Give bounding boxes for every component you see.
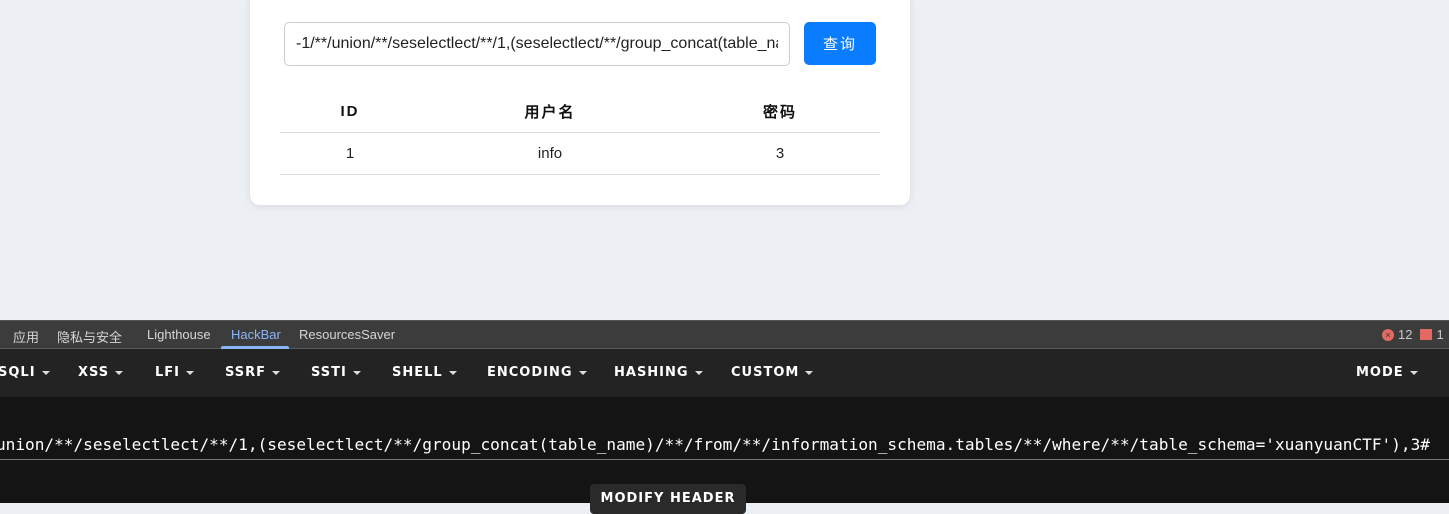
query-card: 查询 ID用户名密码 1info3 (250, 0, 910, 205)
menu-custom[interactable]: CUSTOM (731, 365, 814, 380)
tab-resourcessaver[interactable]: ResourcesSaver (299, 327, 395, 342)
menu-label: MODE (1356, 365, 1404, 380)
table-row: 1 info 3 (280, 132, 880, 175)
caret-down-icon (272, 370, 281, 375)
tab-application[interactable]: 应用 (13, 327, 39, 346)
menu-label: HASHING (614, 365, 689, 380)
message-icon (1420, 329, 1433, 340)
cell-password: 3 (680, 132, 880, 175)
tab-hackbar[interactable]: HackBar (231, 327, 281, 342)
caret-down-icon (186, 370, 195, 375)
menu-label: ENCODING (487, 365, 573, 380)
caret-down-icon (805, 370, 814, 375)
menu-label: SSRF (225, 365, 267, 380)
url-text: -1/**/union/**/seselectlect/**/1,(sesele… (0, 435, 1430, 454)
hackbar-menu: SQLI XSS LFI SSRF SSTI SHELL ENCODING HA… (0, 349, 1449, 397)
caret-down-icon (578, 370, 587, 375)
menu-ssti[interactable]: SSTI (311, 365, 361, 380)
menu-label: SSTI (311, 365, 347, 380)
menu-shell[interactable]: SHELL (392, 365, 457, 380)
caret-down-icon (694, 370, 703, 375)
menu-xss[interactable]: XSS (78, 365, 124, 380)
menu-label: XSS (78, 365, 110, 380)
col-username: 用户名 (420, 92, 680, 133)
url-textarea[interactable]: -1/**/union/**/seselectlect/**/1,(sesele… (0, 430, 1449, 460)
results-table: ID 用户名 密码 1 info 3 (280, 92, 880, 175)
menu-encoding[interactable]: ENCODING (487, 365, 587, 380)
caret-down-icon (41, 370, 50, 375)
menu-sqli[interactable]: SQLI (0, 365, 50, 380)
menu-label: CUSTOM (731, 365, 800, 380)
menu-mode[interactable]: MODE (1356, 365, 1418, 380)
col-password: 密码 (680, 92, 880, 133)
col-id: ID (280, 92, 420, 133)
query-button[interactable]: 查询 (804, 22, 876, 65)
menu-lfi[interactable]: LFI (155, 365, 195, 380)
caret-down-icon (115, 370, 124, 375)
query-input[interactable] (284, 22, 790, 66)
cell-id: 1 (280, 132, 420, 175)
hackbar-url-area: -1/**/union/**/seselectlect/**/1,(sesele… (0, 397, 1449, 514)
menu-hashing[interactable]: HASHING (614, 365, 703, 380)
devtools-tabbar: 应用 隐私与安全 Lighthouse HackBar ResourcesSav… (0, 320, 1449, 349)
error-count: 12 (1398, 327, 1413, 342)
cell-username: info (420, 132, 680, 175)
error-icon: × (1382, 328, 1394, 341)
menu-label: SHELL (392, 365, 443, 380)
console-status[interactable]: × 12 1 (1382, 327, 1444, 342)
menu-ssrf[interactable]: SSRF (225, 365, 281, 380)
tab-privacy-security[interactable]: 隐私与安全 (57, 327, 122, 346)
menu-label: LFI (155, 365, 181, 380)
caret-down-icon (352, 370, 361, 375)
caret-down-icon (448, 370, 457, 375)
caret-down-icon (1409, 370, 1418, 375)
modify-header-button[interactable]: MODIFY HEADER (590, 484, 746, 514)
message-count: 1 (1436, 327, 1444, 342)
menu-label: SQLI (0, 365, 36, 380)
tab-lighthouse[interactable]: Lighthouse (147, 327, 211, 342)
